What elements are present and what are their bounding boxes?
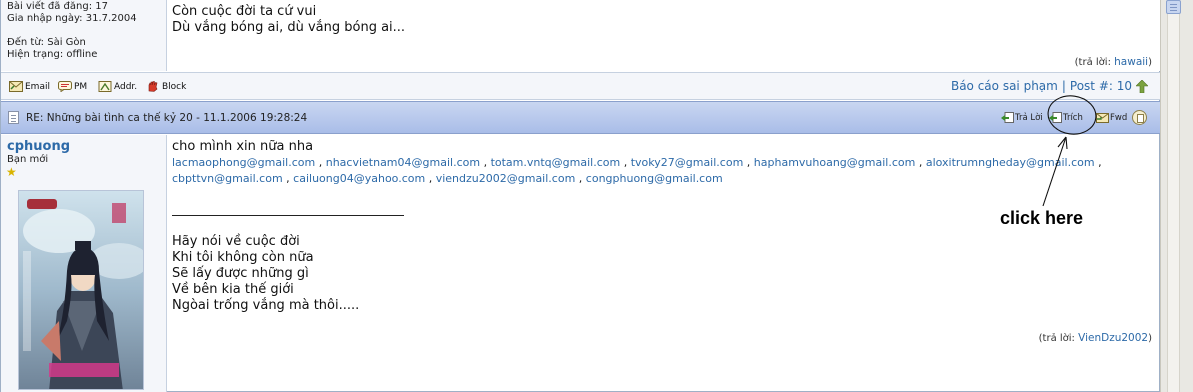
signature-divider — [172, 215, 404, 216]
report-abuse-link[interactable]: Báo cáo sai phạm — [951, 79, 1058, 93]
email-list-row: cbpttvn@gmail.com , cailuong04@yahoo.com… — [172, 172, 723, 185]
poem-line: Hãy nói về cuộc đời — [172, 234, 300, 249]
post1-line: Dù vắng bóng ai, dù vắng bóng ai... — [172, 20, 406, 35]
email-link[interactable]: cbpttvn@gmail.com — [172, 172, 283, 185]
post2-reply-to: (trả lời: VienDzu2002) — [1039, 332, 1152, 344]
email-link[interactable]: lacmaophong@gmail.com — [172, 156, 315, 169]
post1-author-info: Bài viết đã đăng: 17 Gia nhập ngày: 31.7… — [1, 0, 167, 71]
location: Đến từ: Sài Gòn — [7, 37, 86, 48]
post-count: Bài viết đã đăng: 17 — [7, 1, 108, 12]
email-separator: , — [578, 172, 583, 185]
user-rank: Bạn mới — [7, 154, 49, 165]
email-link[interactable]: cailuong04@yahoo.com — [293, 172, 425, 185]
pm-button[interactable]: PM — [58, 81, 87, 92]
grip-line — [1170, 7, 1177, 8]
post1-reply-to: (trả lời: hawaii) — [1075, 54, 1152, 71]
post2-body: cho mình xin nữa nha lacmaophong@gmail.c… — [168, 135, 1160, 392]
email-link[interactable]: nhacvietnam04@gmail.com — [326, 156, 480, 169]
scrollbar-thumb[interactable] — [1166, 0, 1181, 14]
reply-arrow-icon — [1001, 112, 1014, 123]
address-book-button[interactable]: Addr. — [98, 81, 137, 92]
scrollbar-track[interactable] — [1167, 0, 1180, 392]
reply-suffix: ) — [1148, 333, 1152, 344]
poem-line: Sẽ lấy được những gì — [172, 266, 309, 281]
email-separator: , — [623, 156, 628, 169]
post2-author-info: cphuong Bạn mới ★ — [1, 135, 167, 392]
email-separator: , — [1098, 156, 1102, 169]
email-link[interactable]: tvoky27@gmail.com — [631, 156, 744, 169]
reply-button[interactable]: Trả Lời — [1001, 112, 1043, 123]
email-separator: , — [318, 156, 323, 169]
reply-to-user-link[interactable]: VienDzu2002 — [1078, 332, 1148, 344]
poem-line: Ngòai trống vắng mà thôi..... — [172, 298, 360, 313]
reply-prefix: (trả lời: — [1038, 333, 1075, 344]
post2-header: RE: Những bài tình ca thế kỷ 20 - 11.1.2… — [1, 101, 1160, 134]
post1-body: Còn cuộc đời ta cứ vui Dù vắng bóng ai, … — [168, 0, 1160, 71]
email-link[interactable]: haphamvuhoang@gmail.com — [754, 156, 916, 169]
avatar — [18, 190, 144, 390]
post-number-link[interactable]: Post #: 10 — [1070, 79, 1132, 93]
join-date: Gia nhập ngày: 31.7.2004 — [7, 13, 137, 24]
click-here-annotation: click here — [1000, 208, 1084, 228]
pm-label: PM — [74, 81, 88, 92]
forum-thread-frame: Bài viết đã đăng: 17 Gia nhập ngày: 31.7… — [0, 0, 1160, 392]
poem-line: Khi tôi không còn nữa — [172, 250, 314, 265]
address-book-icon — [98, 81, 112, 92]
quote-label: Trích — [1063, 112, 1083, 123]
email-link[interactable]: congphuong@gmail.com — [586, 172, 723, 185]
email-separator: , — [918, 156, 923, 169]
hand-stop-icon — [148, 81, 158, 92]
reply-suffix: ) — [1148, 57, 1152, 68]
addr-label: Addr. — [114, 81, 138, 92]
email-separator: , — [746, 156, 751, 169]
post1-action-bar: Email PM Addr. Block Báo cáo sai phạm | … — [1, 72, 1160, 100]
grip-line — [1170, 4, 1177, 5]
vertical-scrollbar[interactable] — [1160, 0, 1193, 392]
email-label: Email — [25, 81, 50, 92]
separator: | — [1061, 79, 1066, 93]
quote-arrow-icon — [1049, 112, 1062, 123]
email-separator: , — [483, 156, 488, 169]
post-document-icon — [8, 111, 19, 124]
poem-line: Về bên kia thế giới — [172, 282, 294, 297]
email-separator: , — [286, 172, 290, 185]
arrow-up-icon[interactable] — [1136, 79, 1148, 93]
rank-star-icon: ★ — [6, 165, 17, 179]
avatar-image — [19, 191, 143, 389]
reply-to-user-link[interactable]: hawaii — [1114, 56, 1148, 68]
online-status: Hiện trạng: offline — [7, 49, 98, 60]
forward-mail-icon — [1096, 113, 1109, 123]
envelope-icon — [9, 81, 23, 92]
page-options-icon[interactable] — [1132, 110, 1147, 125]
email-separator: , — [428, 172, 433, 185]
email-link[interactable]: viendzu2002@gmail.com — [436, 172, 576, 185]
quote-button[interactable]: Trích — [1049, 112, 1083, 123]
forward-label: Fwd — [1110, 112, 1128, 123]
grip-line — [1170, 10, 1177, 11]
forward-button[interactable]: Fwd — [1096, 112, 1127, 123]
reply-prefix: (trả lời: — [1074, 57, 1111, 68]
message-icon — [58, 81, 72, 92]
block-label: Block — [162, 81, 187, 92]
reply-label: Trả Lời — [1015, 112, 1043, 123]
greeting-text: cho mình xin nữa nha — [172, 139, 314, 154]
post1-line: Còn cuộc đời ta cứ vui — [172, 4, 317, 19]
email-link[interactable]: aloxitrumngheday@gmail.com — [926, 156, 1095, 169]
report-bar: Báo cáo sai phạm | Post #: 10 — [951, 79, 1148, 93]
email-button[interactable]: Email — [9, 81, 50, 92]
username-link[interactable]: cphuong — [7, 139, 70, 154]
email-link[interactable]: totam.vntq@gmail.com — [491, 156, 621, 169]
block-button[interactable]: Block — [146, 81, 186, 92]
email-list-row: lacmaophong@gmail.com , nhacvietnam04@gm… — [172, 156, 1102, 169]
post2-title: RE: Những bài tình ca thế kỷ 20 - 11.1.2… — [26, 112, 308, 124]
